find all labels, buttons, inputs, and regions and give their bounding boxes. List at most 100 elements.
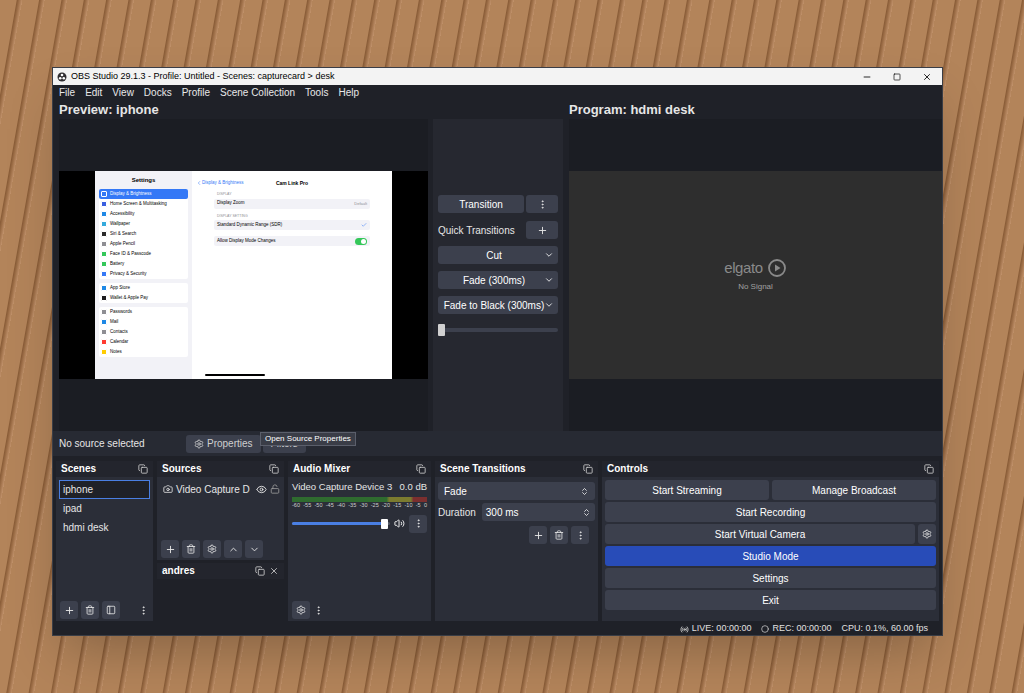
transition-select[interactable]: Fade (438, 482, 595, 500)
float-icon[interactable] (416, 464, 426, 474)
menu-item[interactable]: Edit (85, 88, 102, 98)
settings-app-icon (101, 231, 107, 237)
float-icon[interactable] (269, 464, 279, 474)
quick-transition-button[interactable]: Fade (300ms) (438, 271, 558, 289)
remove-source-button[interactable] (182, 540, 200, 558)
ipad-sidebar-item[interactable]: App Store (99, 283, 188, 293)
trash-icon (186, 544, 196, 554)
close-button[interactable] (912, 68, 942, 85)
control-button[interactable]: Start Virtual Camera (605, 524, 915, 544)
control-button[interactable]: Manage Broadcast (772, 480, 936, 500)
scene-item[interactable]: ipad (59, 499, 150, 518)
more-icon[interactable] (138, 605, 149, 616)
ipad-sidebar-item[interactable]: Calendar (99, 337, 188, 347)
t-bar-handle[interactable] (438, 324, 445, 336)
remove-scene-button[interactable] (81, 601, 99, 619)
control-button[interactable]: Exit (605, 590, 936, 610)
control-button[interactable]: Start Streaming (605, 480, 769, 500)
ipad-sidebar-item[interactable]: Privacy & Security (99, 269, 188, 279)
ipad-row[interactable]: Standard Dynamic Range (SDR) (214, 220, 370, 230)
sources-toolbar (157, 538, 284, 560)
menu-item[interactable]: View (112, 88, 134, 98)
quick-transition-button[interactable]: Fade to Black (300ms) (438, 296, 558, 314)
eye-icon[interactable] (256, 484, 267, 495)
transition-button[interactable]: Transition (438, 195, 524, 213)
minimize-button[interactable] (852, 68, 882, 85)
ipad-sidebar-item[interactable]: Passwords (99, 307, 188, 317)
add-scene-button[interactable] (60, 601, 78, 619)
volume-handle[interactable] (381, 519, 388, 529)
spin-arrows-icon[interactable] (582, 508, 591, 517)
ipad-sidebar-item[interactable]: Wallpaper (99, 219, 188, 229)
menu-item[interactable]: Profile (182, 88, 210, 98)
more-icon (537, 199, 548, 210)
menu-item[interactable]: Scene Collection (220, 88, 295, 98)
add-transition-button[interactable] (529, 526, 547, 544)
close-icon[interactable] (269, 566, 279, 576)
plus-icon (537, 225, 548, 236)
transition-menu-button[interactable] (526, 195, 558, 213)
virtual-camera-settings-button[interactable] (918, 524, 936, 544)
advanced-audio-button[interactable] (292, 601, 310, 619)
quick-transition-button[interactable]: Cut (438, 246, 558, 264)
ipad-sidebar-item[interactable]: Mail (99, 317, 188, 327)
ipad-sidebar-item[interactable]: Siri & Search (99, 229, 188, 239)
control-button[interactable]: Start Recording (605, 502, 936, 522)
move-down-button[interactable] (245, 540, 263, 558)
source-item[interactable]: Video Capture D (160, 480, 281, 498)
toggle-switch[interactable] (355, 238, 367, 245)
control-button[interactable]: Studio Mode (605, 546, 936, 566)
ipad-sidebar: SettingsDisplay & BrightnessHome Screen … (95, 171, 192, 379)
scene-item[interactable]: iphone (59, 480, 150, 499)
dock-header-buttons (255, 566, 279, 576)
ipad-sidebar-item[interactable]: Notes (99, 347, 188, 357)
add-source-button[interactable] (161, 540, 179, 558)
float-icon[interactable] (924, 464, 934, 474)
add-quick-transition-button[interactable] (526, 221, 558, 239)
menu-item[interactable]: Help (338, 88, 359, 98)
unlock-icon[interactable] (270, 484, 280, 494)
transition-properties-button[interactable] (571, 526, 589, 544)
controls-row: Studio Mode (605, 546, 936, 566)
menu-item[interactable]: Docks (144, 88, 172, 98)
live-status: LIVE: 00:00:00 (680, 622, 752, 636)
control-button[interactable]: Settings (605, 568, 936, 588)
source-properties-button[interactable] (203, 540, 221, 558)
volume-slider[interactable] (292, 519, 390, 529)
ipad-row[interactable]: Display ZoomDefault (214, 199, 370, 209)
settings-app-icon (101, 339, 107, 345)
ipad-sidebar-item[interactable]: Display & Brightness (99, 189, 188, 199)
ipad-sidebar-group: Display & BrightnessHome Screen & Multit… (99, 189, 188, 279)
t-bar[interactable] (438, 326, 558, 334)
move-up-button[interactable] (224, 540, 242, 558)
more-icon[interactable] (313, 605, 324, 616)
ipad-sidebar-item[interactable]: Wallet & Apple Pay (99, 293, 188, 303)
ipad-row[interactable]: Allow Display Mode Changes (214, 236, 370, 246)
ipad-sidebar-item[interactable]: Apple Pencil (99, 239, 188, 249)
settings-app-icon (101, 271, 107, 277)
ipad-sidebar-item[interactable]: Accessibility (99, 209, 188, 219)
scene-filters-button[interactable] (102, 601, 120, 619)
float-icon[interactable] (255, 566, 265, 576)
remove-transition-button[interactable] (550, 526, 568, 544)
speaker-icon[interactable] (394, 518, 405, 529)
scene-transitions-dock: Scene TransitionsFadeDuration300 ms (435, 461, 598, 621)
maximize-button[interactable] (882, 68, 912, 85)
properties-button[interactable]: Properties (186, 435, 261, 453)
float-icon[interactable] (138, 464, 148, 474)
ipad-sidebar-item[interactable]: Contacts (99, 327, 188, 337)
ipad-sidebar-item[interactable]: Battery (99, 259, 188, 269)
menu-item[interactable]: File (59, 88, 75, 98)
float-icon[interactable] (583, 464, 593, 474)
trash-icon (554, 530, 564, 540)
ipad-sidebar-item[interactable]: Home Screen & Multitasking (99, 199, 188, 209)
duration-input[interactable]: 300 ms (482, 503, 595, 521)
channel-menu-button[interactable] (409, 515, 427, 533)
back-link[interactable]: Display & Brightness (196, 180, 266, 186)
volume-row (292, 515, 427, 533)
custom-dock: andres (157, 563, 284, 621)
ipad-sidebar-item[interactable]: Face ID & Passcode (99, 249, 188, 259)
close-icon (922, 72, 932, 82)
scene-item[interactable]: hdmi desk (59, 518, 150, 537)
menu-item[interactable]: Tools (305, 88, 328, 98)
